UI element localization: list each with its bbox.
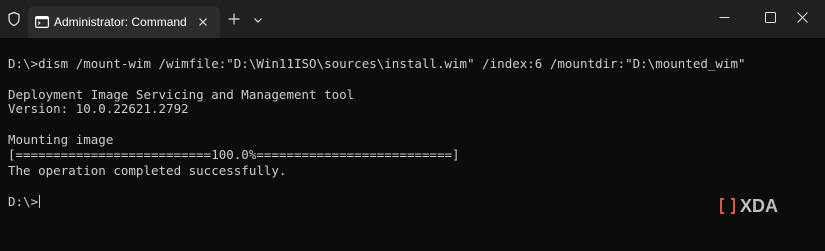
- minimize-icon: [719, 17, 730, 18]
- maximize-icon: [765, 12, 776, 23]
- shield-icon: [6, 11, 22, 27]
- progress-bar-line: [==========================100.0%=======…: [8, 147, 460, 162]
- terminal-window: Administrator: Command Pro: [0, 0, 825, 251]
- tab-command-prompt[interactable]: Administrator: Command Pro: [28, 6, 220, 38]
- minimize-button[interactable]: [701, 0, 747, 36]
- terminal-icon: [35, 15, 50, 29]
- terminal-output[interactable]: D:\>dism /mount-wim /wimfile:"D:\Win11IS…: [0, 38, 825, 251]
- text-cursor: [39, 195, 41, 208]
- xda-logo: XDA: [719, 196, 797, 216]
- xda-logo-text: XDA: [740, 196, 778, 216]
- tool-name-line: Deployment Image Servicing and Managemen…: [8, 87, 355, 102]
- chevron-down-icon[interactable]: [252, 13, 264, 25]
- status-line: Mounting image: [8, 132, 114, 147]
- prompt-line[interactable]: D:\>: [8, 194, 41, 209]
- close-icon[interactable]: [196, 15, 210, 29]
- close-window-button[interactable]: [779, 0, 825, 36]
- title-bar[interactable]: Administrator: Command Pro: [0, 0, 825, 38]
- version-line: Version: 10.0.22621.2792: [8, 101, 189, 116]
- command-line: D:\>dism /mount-wim /wimfile:"D:\Win11IS…: [8, 56, 746, 71]
- close-icon: [797, 12, 808, 23]
- result-line: The operation completed successfully.: [8, 163, 287, 178]
- plus-icon[interactable]: [226, 11, 242, 27]
- tab-title: Administrator: Command Pro: [54, 15, 186, 29]
- prompt-text: D:\>: [8, 194, 39, 209]
